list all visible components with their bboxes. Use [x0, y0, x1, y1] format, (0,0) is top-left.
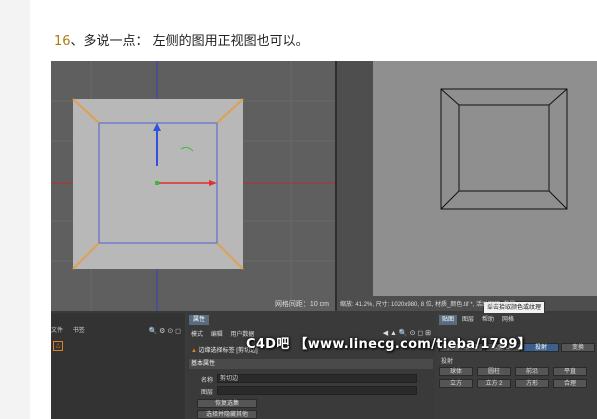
picture-viewer-status: 缩放: 41.2%, 尺寸: 1020x980, 8 位, 材质_颜色.tif …: [340, 302, 516, 308]
menu-bookmarks[interactable]: 书签: [73, 328, 85, 334]
attribute-manager: 属性 模式 编辑 用户数据 ◀ ▲ 🔍 ⊙ ◻ ⊞ ▲ 边缘选择标签 [剪切边]…: [187, 313, 435, 419]
section-basic[interactable]: 基本属性: [189, 359, 433, 369]
page-margin: [0, 0, 30, 419]
watermark: C4D吧 【www.linecg.com/tieba/1799】: [246, 337, 531, 352]
layer-field[interactable]: [217, 386, 417, 395]
projection-section-label: 投射: [441, 359, 454, 365]
menu-file[interactable]: 文件: [51, 328, 63, 334]
edge-selection-tag-icon[interactable]: △: [53, 341, 63, 351]
cubic2-button[interactable]: 立方 2: [477, 379, 511, 388]
sphere-button[interactable]: 球体: [439, 367, 473, 376]
menu-mode[interactable]: 模式: [191, 332, 203, 338]
cubic-button[interactable]: 立方: [439, 379, 473, 388]
tab-mesh[interactable]: 网格: [499, 315, 517, 325]
warning-icon: ▲: [191, 348, 199, 354]
uv-viewport[interactable]: 网格间距：10 cm: [51, 61, 335, 311]
object-manager-tools[interactable]: 🔍 ⚙ ⊙ ◻: [148, 327, 181, 335]
tab-texture[interactable]: 贴图: [439, 315, 458, 325]
restore-selection-button[interactable]: 恢复选集: [197, 399, 257, 408]
step-text: 、多说一点： 左侧的图用正视图也可以。: [70, 34, 309, 49]
fit-button[interactable]: 合理: [553, 379, 587, 388]
name-label: 名称: [201, 378, 214, 384]
layer-label: 图层: [201, 390, 214, 396]
grid-spacing-status: 网格间距：10 cm: [274, 301, 329, 308]
picture-viewer[interactable]: [337, 61, 597, 311]
select-hide-others-button[interactable]: 选择并隐藏其他: [197, 410, 257, 419]
cylinder-button[interactable]: 圆柱: [477, 367, 511, 376]
box-button[interactable]: 方形: [515, 379, 549, 388]
viewport-graphics: [51, 61, 335, 311]
name-field[interactable]: 剪切边: [217, 374, 417, 383]
step-heading: 16、多说一点： 左侧的图用正视图也可以。: [54, 30, 309, 49]
object-manager: 文件 书签 🔍 ⚙ ⊙ ◻ △: [51, 313, 185, 419]
step-number: 16: [54, 34, 71, 49]
tab-attributes[interactable]: 属性: [189, 315, 210, 325]
menu-edit[interactable]: 编辑: [211, 332, 223, 338]
cinema4d-screenshot: 网格间距：10 cm 单击拾取颜色或纹理 缩放: 41.2%, 尺寸: 1020…: [51, 61, 597, 419]
uv-tools-panel: 贴图 图层 帮助 网格 优化贴图映射 松弛 UV 投射 变换 投射 球体 圆柱 …: [437, 313, 597, 419]
tab-help[interactable]: 帮助: [479, 315, 497, 325]
flat-button[interactable]: 平直: [553, 367, 587, 376]
tab-layers[interactable]: 图层: [459, 315, 477, 325]
texture-canvas[interactable]: [373, 61, 597, 296]
transform-button[interactable]: 变换: [561, 343, 595, 352]
origin-marker: [155, 181, 159, 185]
frontal-button[interactable]: 前沿: [515, 367, 549, 376]
object-manager-menu: 文件 书签: [51, 325, 93, 334]
frame-drawing: [440, 88, 568, 210]
